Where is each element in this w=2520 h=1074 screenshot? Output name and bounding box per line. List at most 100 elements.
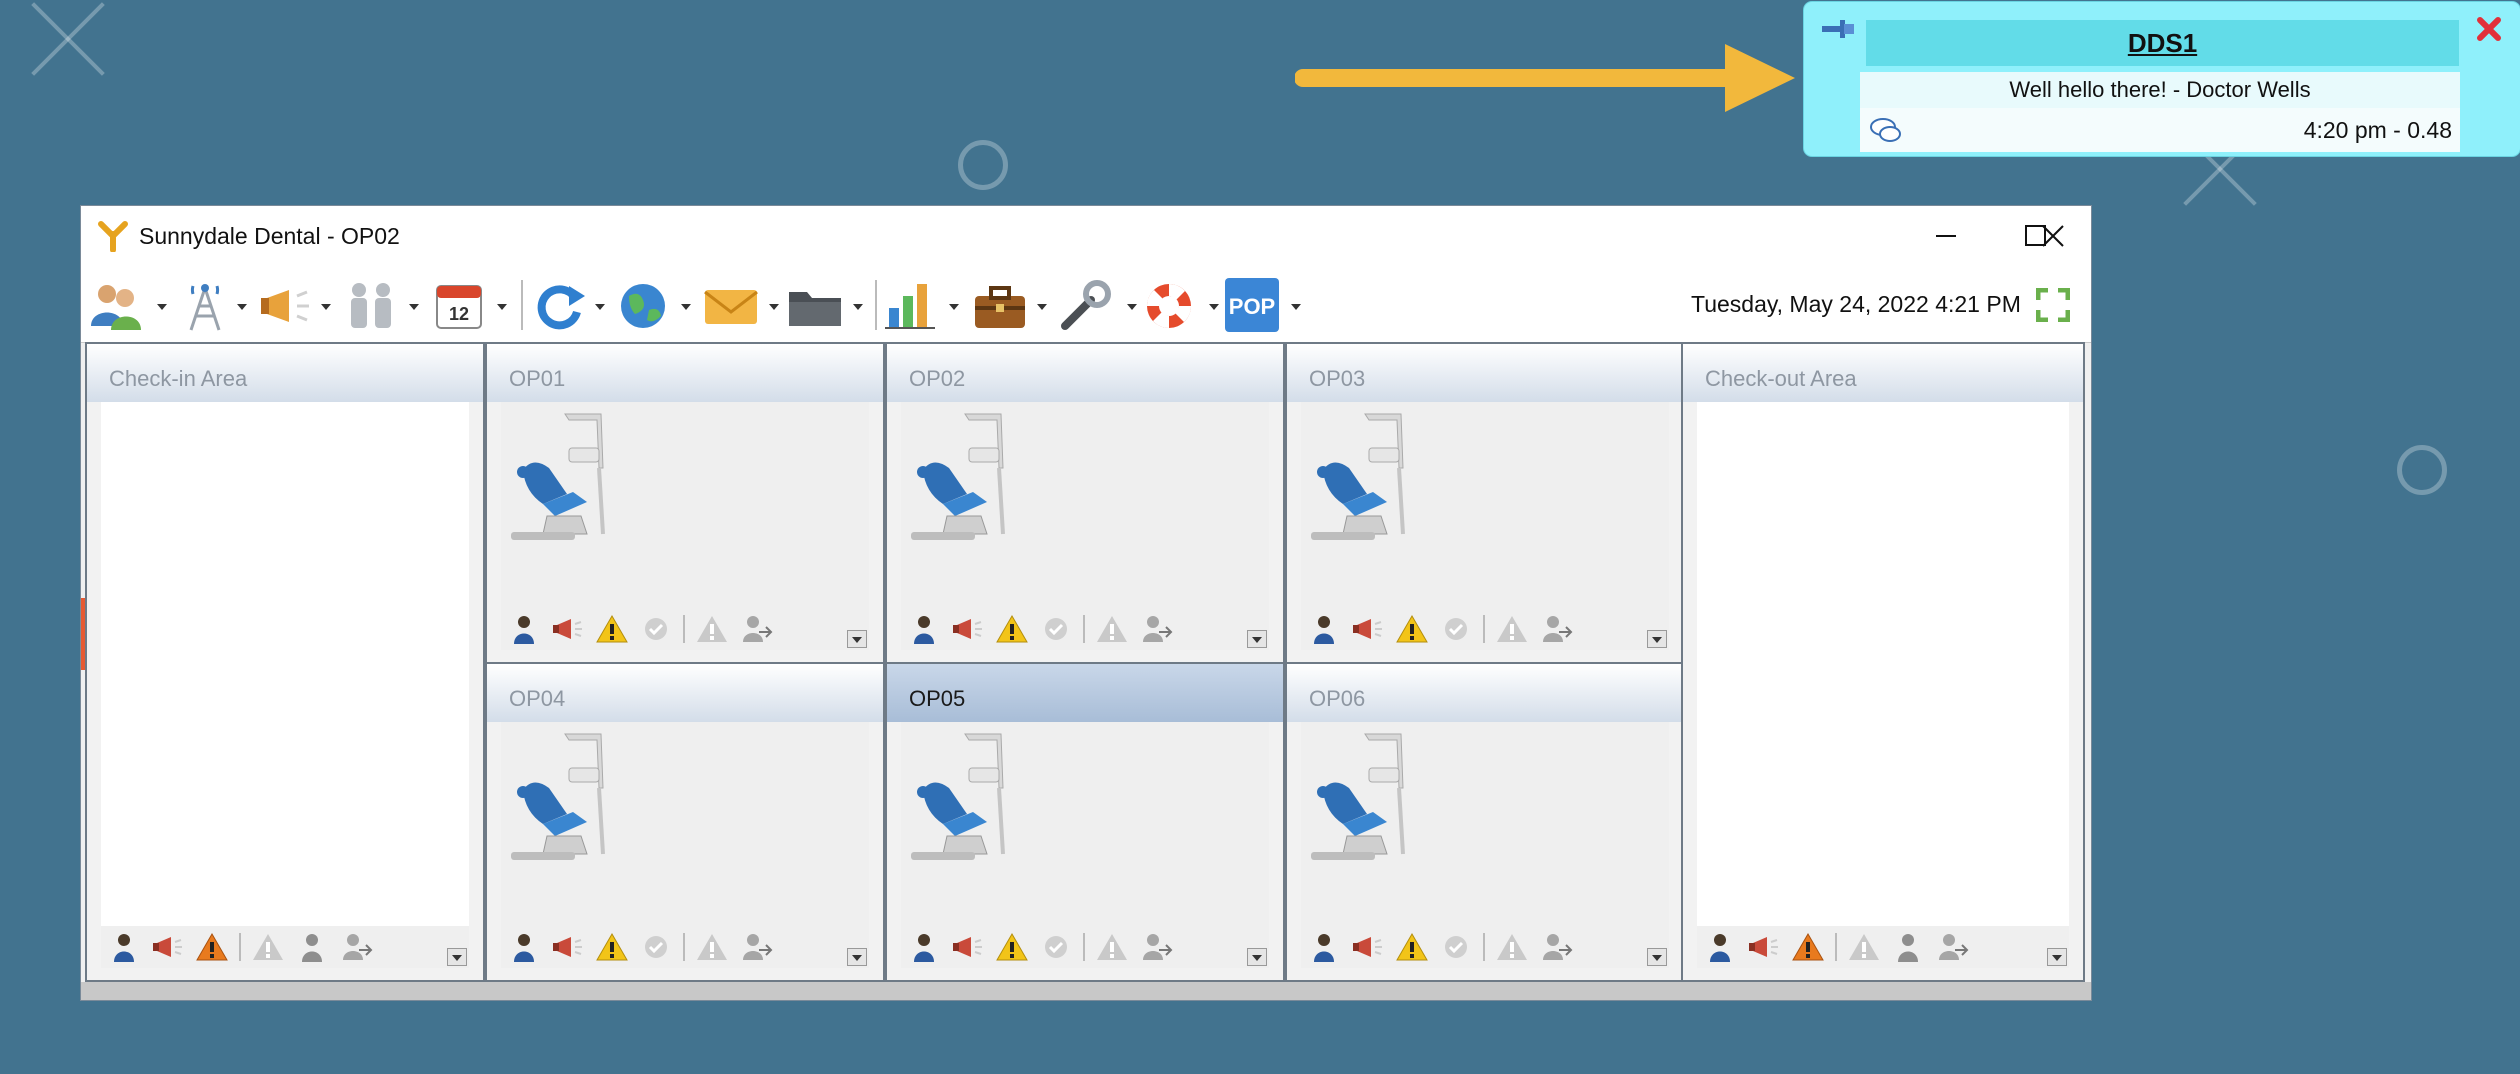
more-dropdown[interactable]	[1247, 948, 1267, 966]
megaphone-icon[interactable]	[1351, 932, 1385, 962]
alert-inactive-icon[interactable]	[1495, 932, 1529, 962]
warning-icon[interactable]	[995, 614, 1029, 644]
announce-button[interactable]	[259, 274, 331, 334]
pop-button[interactable]: POP	[1223, 274, 1307, 334]
patient-icon[interactable]	[1307, 614, 1341, 644]
alert-inactive-icon[interactable]	[251, 932, 285, 962]
check-circle-icon[interactable]	[1039, 932, 1073, 962]
chat-bubbles-icon[interactable]	[1868, 114, 1904, 146]
fullscreen-icon[interactable]	[2036, 288, 2070, 322]
checkout-area[interactable]: Check-out Area	[1681, 342, 2085, 982]
warning-icon[interactable]	[195, 932, 229, 962]
transfer-person-icon[interactable]	[339, 932, 373, 962]
person-gray-icon[interactable]	[1891, 932, 1925, 962]
minimize-button[interactable]	[1901, 206, 1991, 266]
megaphone-icon[interactable]	[551, 932, 585, 962]
operatory-label: OP06	[1309, 686, 1366, 711]
notification-title[interactable]: DDS1	[1866, 20, 2459, 66]
check-circle-icon[interactable]	[639, 614, 673, 644]
operatory-body[interactable]	[901, 402, 1269, 608]
reports-button[interactable]	[883, 274, 963, 334]
pin-icon[interactable]	[1820, 16, 1856, 42]
title-bar[interactable]: Sunnydale Dental - OP02	[81, 206, 2091, 266]
warning-icon[interactable]	[1395, 614, 1429, 644]
transfer-person-icon[interactable]	[739, 932, 773, 962]
briefcase-button[interactable]	[971, 274, 1051, 334]
megaphone-icon[interactable]	[1351, 614, 1385, 644]
checkin-list[interactable]	[101, 402, 469, 926]
more-dropdown[interactable]	[847, 630, 867, 648]
patient-icon[interactable]	[507, 614, 541, 644]
operatory-body[interactable]	[901, 722, 1269, 926]
patient-icon[interactable]	[907, 614, 941, 644]
transfer-person-icon[interactable]	[1935, 932, 1969, 962]
warning-icon[interactable]	[1395, 932, 1429, 962]
help-button[interactable]	[1143, 274, 1223, 334]
operatory-panel[interactable]: OP03	[1285, 342, 1685, 664]
operatory-panel[interactable]: OP06	[1285, 662, 1685, 982]
calendar-button[interactable]: 12	[433, 274, 509, 334]
operatory-panel[interactable]: OP05	[885, 662, 1285, 982]
more-dropdown[interactable]	[1647, 630, 1667, 648]
megaphone-icon[interactable]	[1747, 932, 1781, 962]
megaphone-icon[interactable]	[551, 614, 585, 644]
patient-icon[interactable]	[1307, 932, 1341, 962]
operatory-body[interactable]	[1301, 402, 1669, 608]
operatory-body[interactable]	[501, 402, 869, 608]
check-circle-icon[interactable]	[1439, 614, 1473, 644]
operatory-panel[interactable]: OP01	[485, 342, 885, 664]
patient-icon[interactable]	[507, 932, 541, 962]
alert-inactive-icon[interactable]	[1095, 932, 1129, 962]
alert-inactive-icon[interactable]	[1095, 614, 1129, 644]
operatory-panel[interactable]: OP04	[485, 662, 885, 982]
checkout-list[interactable]	[1697, 402, 2069, 926]
megaphone-icon[interactable]	[951, 614, 985, 644]
check-circle-icon[interactable]	[1439, 932, 1473, 962]
more-dropdown[interactable]	[447, 948, 467, 966]
more-dropdown[interactable]	[1247, 630, 1267, 648]
more-dropdown[interactable]	[2047, 948, 2067, 966]
refresh-icon	[537, 285, 585, 330]
alert-inactive-icon[interactable]	[1495, 614, 1529, 644]
more-dropdown[interactable]	[1647, 948, 1667, 966]
close-red-icon[interactable]	[2474, 14, 2504, 44]
transfer-person-icon[interactable]	[739, 614, 773, 644]
close-button[interactable]	[2036, 206, 2091, 266]
alert-inactive-icon[interactable]	[695, 614, 729, 644]
patient-icon[interactable]	[107, 932, 141, 962]
folder-button[interactable]	[785, 274, 867, 334]
mail-button[interactable]	[701, 274, 783, 334]
refresh-button[interactable]	[531, 274, 607, 334]
transfer-person-icon[interactable]	[1539, 932, 1573, 962]
staff-button[interactable]	[343, 274, 419, 334]
transfer-person-icon[interactable]	[1139, 932, 1173, 962]
alert-inactive-icon[interactable]	[695, 932, 729, 962]
users-icon	[91, 285, 141, 330]
alert-inactive-icon[interactable]	[1847, 932, 1881, 962]
check-circle-icon[interactable]	[639, 932, 673, 962]
checkin-area[interactable]: Check-in Area	[85, 342, 485, 982]
transfer-person-icon[interactable]	[1139, 614, 1173, 644]
warning-icon[interactable]	[595, 614, 629, 644]
operatory-panel[interactable]: OP02	[885, 342, 1285, 664]
warning-icon[interactable]	[1791, 932, 1825, 962]
operatory-body[interactable]	[1301, 722, 1669, 926]
network-button[interactable]	[179, 274, 251, 334]
web-button[interactable]	[617, 274, 693, 334]
warning-icon[interactable]	[595, 932, 629, 962]
more-dropdown[interactable]	[847, 948, 867, 966]
patient-icon[interactable]	[1703, 932, 1737, 962]
megaphone-icon[interactable]	[951, 932, 985, 962]
check-circle-icon[interactable]	[1039, 614, 1073, 644]
operatory-body[interactable]	[501, 722, 869, 926]
person-gray-icon[interactable]	[295, 932, 329, 962]
dental-chair-icon	[1311, 733, 1405, 860]
megaphone-icon[interactable]	[151, 932, 185, 962]
warning-icon[interactable]	[995, 932, 1029, 962]
tools-button[interactable]	[1057, 274, 1141, 334]
notification-popup[interactable]: DDS1 Well hello there! - Doctor Wells 4:…	[1804, 2, 2520, 156]
patient-icon[interactable]	[907, 932, 941, 962]
patients-button[interactable]	[87, 274, 167, 334]
dental-chair-icon	[911, 413, 1005, 540]
transfer-person-icon[interactable]	[1539, 614, 1573, 644]
